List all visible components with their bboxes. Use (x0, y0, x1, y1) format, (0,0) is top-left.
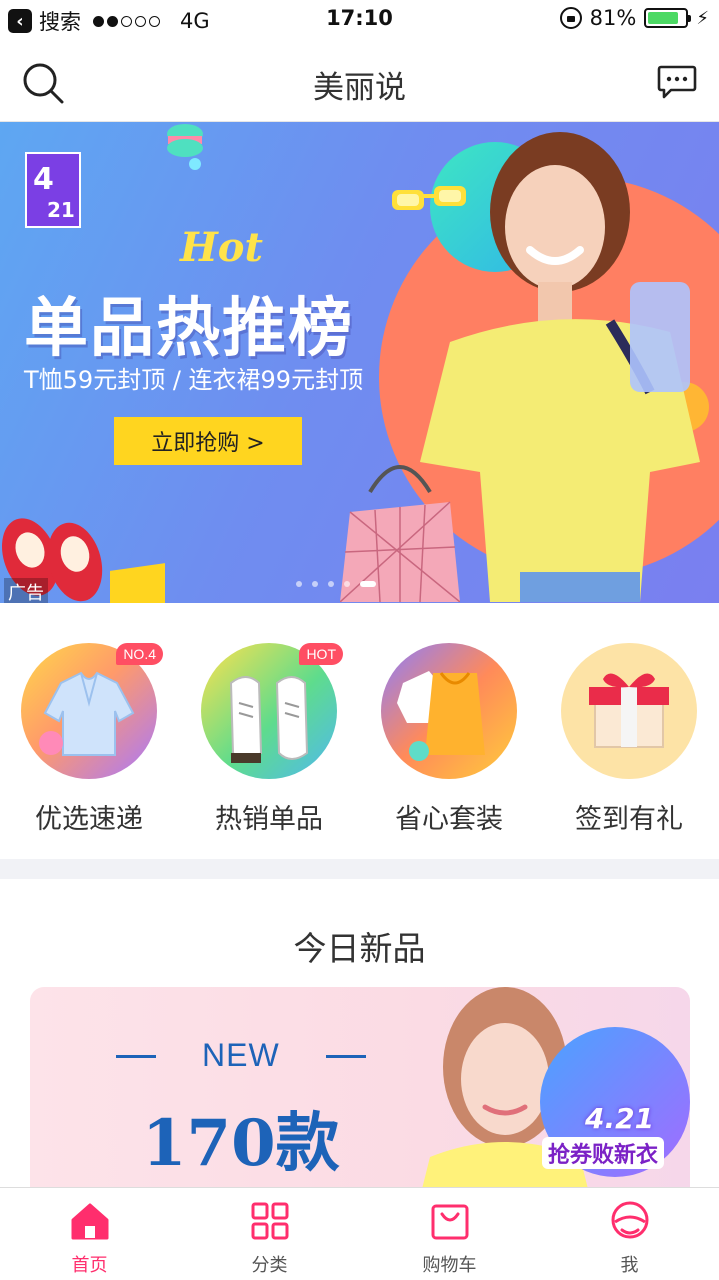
tab-profile[interactable]: 我 (540, 1188, 719, 1280)
category-outfit-circle (381, 643, 517, 779)
category-item-hot[interactable]: HOT 热销单品 (199, 643, 343, 836)
carousel-dot[interactable] (296, 581, 302, 587)
category-label[interactable]: 优选速递 (19, 797, 159, 836)
banner-subtitle: T恤59元封顶 / 连衣裙99元封顶 (24, 366, 364, 394)
today-new-card[interactable]: NEW 170款 4.21 抢券败新衣 (30, 987, 690, 1197)
handbag-icon (340, 465, 460, 602)
category-item-outfit[interactable]: 省心套装 (379, 643, 519, 836)
carousel-indicator[interactable] (296, 581, 376, 587)
logo-top-text: 4 (33, 162, 54, 197)
shopping-bag-icon (431, 1204, 469, 1240)
status-right: 81% ⚡ (559, 6, 709, 30)
category-signin-circle (561, 643, 697, 779)
carousel-dot-active[interactable] (360, 581, 376, 587)
category-label[interactable]: 签到有礼 (559, 797, 699, 836)
back-app-label[interactable]: 搜索 (39, 6, 81, 36)
logo-bottom-text: 21 (47, 198, 75, 222)
home-icon (71, 1203, 109, 1240)
profile-icon (611, 1201, 649, 1239)
new-count: 170款 (142, 1106, 340, 1181)
category-item-express[interactable]: NO.4 优选速递 (19, 643, 163, 836)
carousel-dot[interactable] (312, 581, 318, 587)
event-421-logo: 4 21 (25, 152, 81, 228)
tab-cart[interactable]: 购物车 (360, 1188, 539, 1280)
rotation-lock-icon (559, 7, 582, 29)
yellow-cube-decoration (110, 563, 165, 603)
category-hot-circle: HOT (201, 643, 343, 779)
tab-home[interactable]: 首页 (0, 1188, 179, 1280)
promo-badge-text: 抢券败新衣 (542, 1137, 665, 1169)
charging-icon: ⚡ (696, 7, 709, 29)
category-shortcuts: NO.4 优选速递 HOT 热销单品 省心套装 签到有礼 (0, 603, 719, 859)
model-figure-image (420, 132, 700, 602)
carousel-dot[interactable] (344, 581, 350, 587)
gift-box-icon (589, 673, 669, 748)
outfit-set-icon (397, 671, 485, 761)
tab-label: 分类 (251, 1255, 288, 1276)
status-left: ‹ 搜索 4G (8, 6, 210, 36)
category-grid-icon (251, 1202, 289, 1240)
banner-hot-label: Hot (180, 224, 263, 271)
category-badge: NO.4 (116, 643, 163, 665)
message-icon[interactable] (657, 64, 697, 100)
page-title: 美丽说 (313, 70, 406, 106)
buy-now-button[interactable]: 立即抢购 > (114, 417, 302, 465)
category-badge: HOT (299, 643, 343, 665)
section-divider (0, 859, 719, 879)
tab-category[interactable]: 分类 (180, 1188, 359, 1280)
battery-percent: 81% (589, 6, 637, 30)
new-line-left (116, 1055, 156, 1058)
signal-strength-icon (93, 15, 160, 27)
tab-label: 首页 (71, 1255, 108, 1276)
macaron-icon (167, 124, 203, 170)
bottom-tab-bar: 首页 分类 购物车 我 (0, 1187, 719, 1280)
nav-bar: 美丽说 (0, 40, 719, 122)
promo-badge-date: 4.21 (585, 1102, 655, 1135)
battery-icon (644, 8, 692, 28)
back-to-app-icon[interactable]: ‹ (8, 9, 32, 33)
carousel-dot[interactable] (328, 581, 334, 587)
status-bar: ‹ 搜索 4G 17:10 81% ⚡ (0, 0, 719, 40)
tab-label: 我 (620, 1255, 639, 1276)
network-type: 4G (180, 9, 210, 33)
category-express-circle: NO.4 (21, 643, 163, 779)
section-title-today-new: 今日新品 (293, 929, 426, 968)
banner-title: 单品热推榜 (24, 292, 354, 366)
tab-label: 购物车 (422, 1255, 477, 1276)
category-label[interactable]: 热销单品 (199, 797, 339, 836)
category-item-signin[interactable]: 签到有礼 (559, 643, 699, 836)
new-label: NEW (202, 1037, 280, 1073)
new-line-right (326, 1055, 366, 1058)
category-label[interactable]: 省心套装 (379, 797, 519, 836)
promo-banner[interactable]: 4 21 Hot 单品热推榜 T恤59元封顶 / 连衣裙99元封顶 立即抢购 >… (0, 122, 719, 603)
ad-label: 广告 (4, 578, 48, 603)
